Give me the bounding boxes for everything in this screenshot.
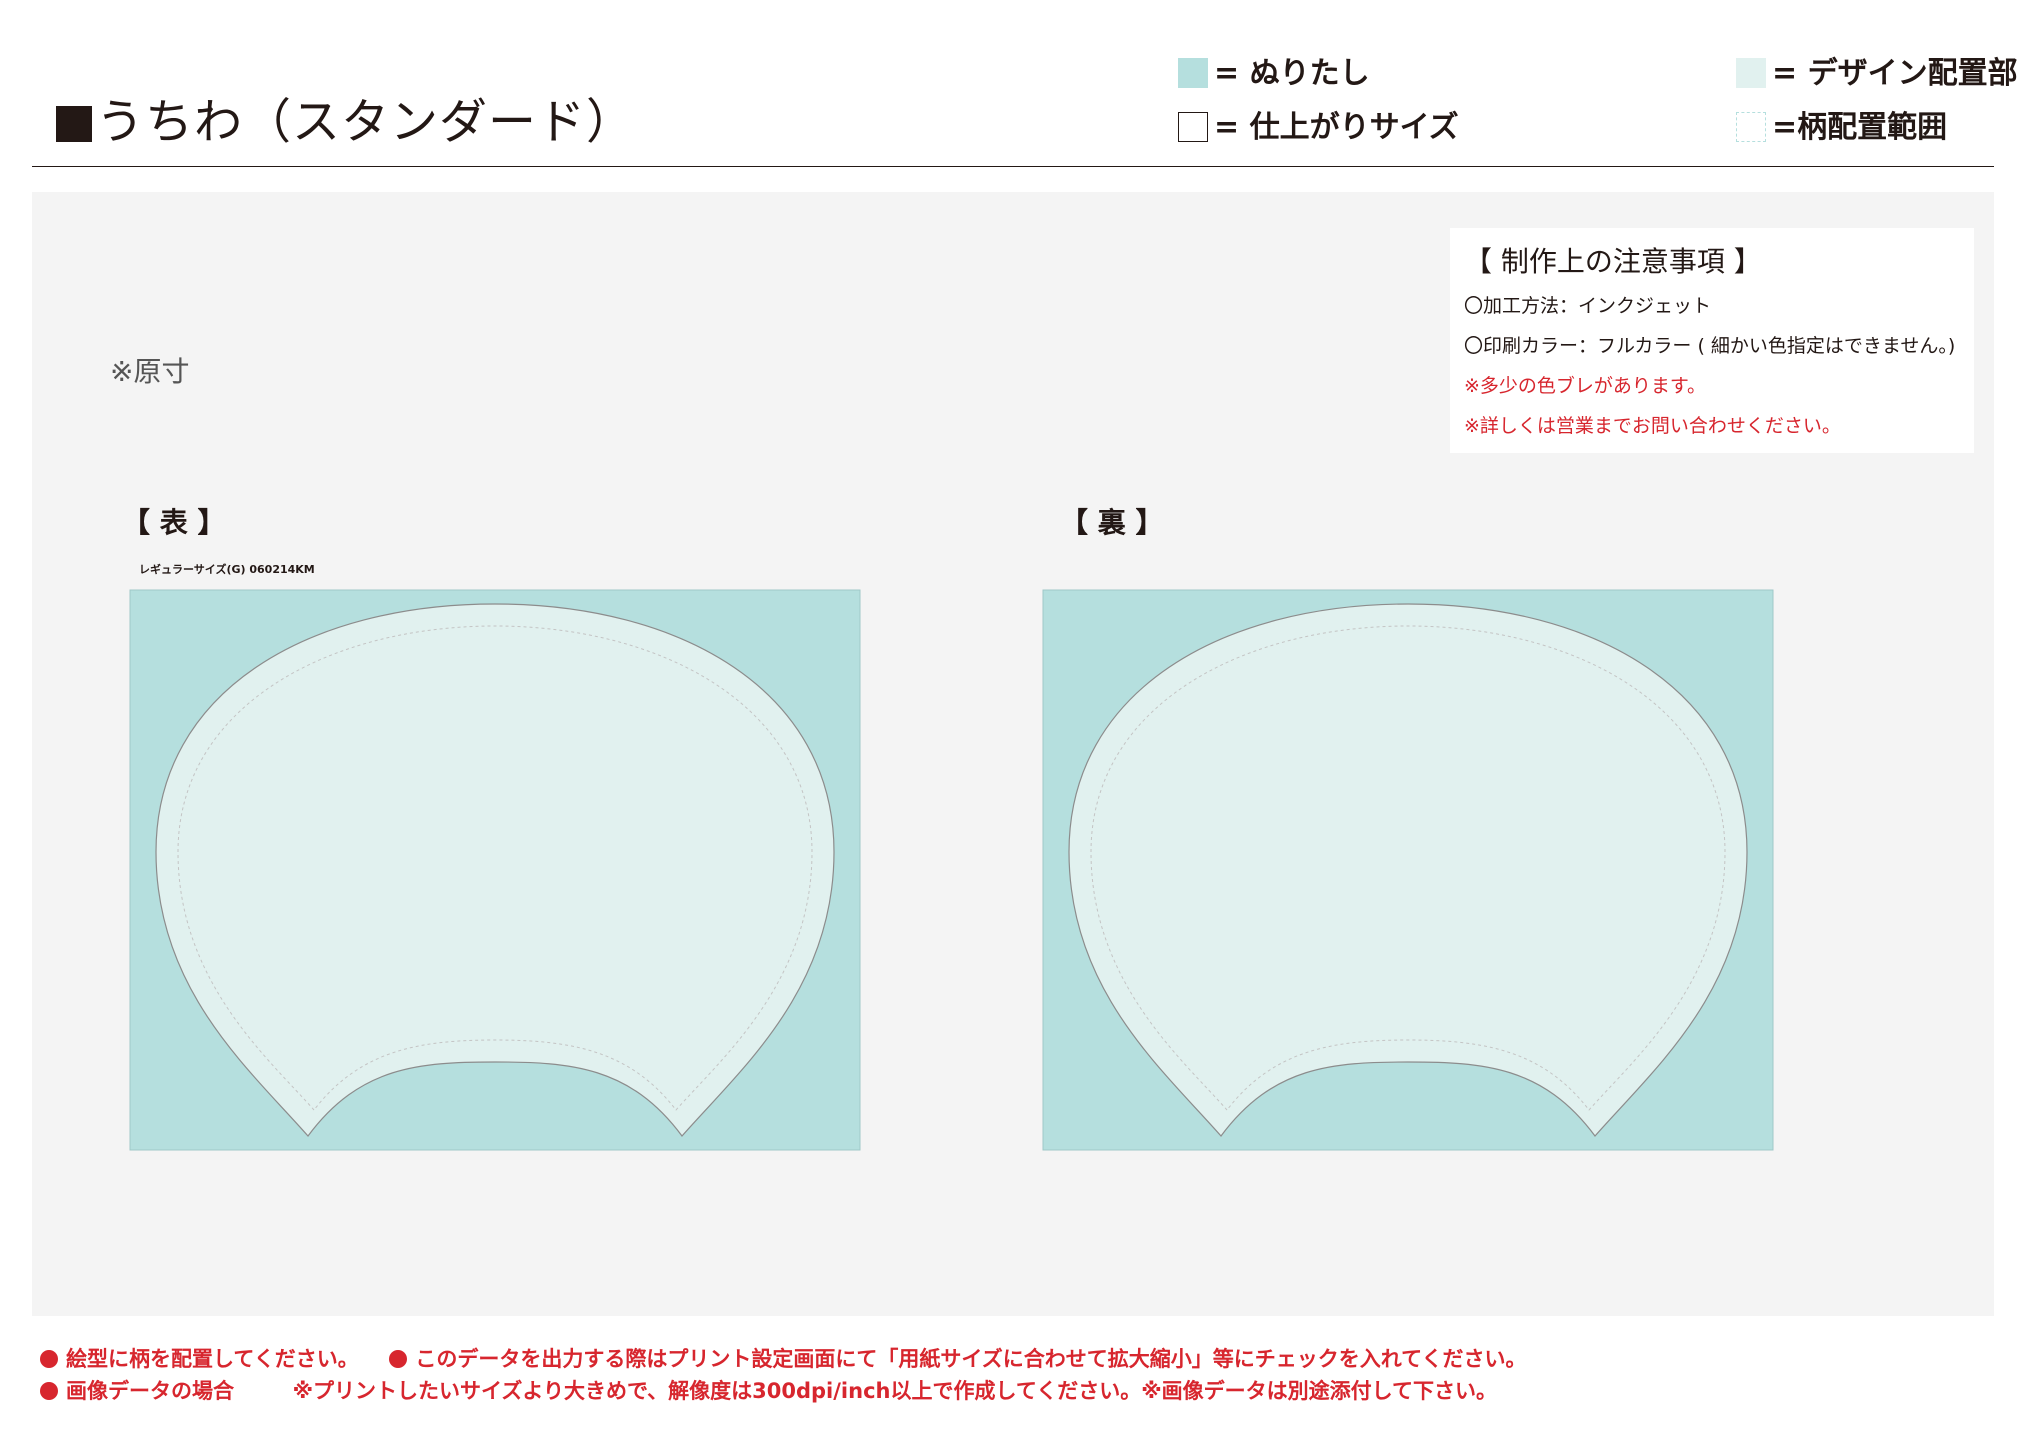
note-processing-method: 〇加工方法：インクジェット (1464, 295, 1712, 317)
design-area-swatch-icon (1736, 58, 1766, 88)
finished-size-swatch-icon (1178, 112, 1208, 142)
footer-place-pattern: 絵型に柄を配置してください。 (66, 1347, 359, 1371)
legend-pattern-range-label: =柄配置範囲 (1772, 110, 1948, 145)
note-color-variation: ※多少の色ブレがあります。 (1464, 375, 1707, 397)
red-bullet-icon (40, 1350, 58, 1368)
front-side-label: 【 表 】 (122, 506, 226, 539)
red-bullet-icon (389, 1350, 408, 1368)
footer-line-1: 絵型に柄を配置してください。 このデータを出力する際はプリント設定画面にて「用紙… (40, 1343, 1526, 1375)
note-print-color: 〇印刷カラー：フルカラー ( 細かい色指定はできません。) (1464, 335, 1956, 357)
back-side-label: 【 裏 】 (1060, 506, 1164, 539)
legend-bleed-label: = ぬりたし (1214, 56, 1370, 91)
red-bullet-icon (40, 1382, 58, 1400)
footer-resolution-note: ※プリントしたいサイズより大きめで、解像度は300dpi/inch以上で作成して… (292, 1379, 1497, 1403)
footer-print-setting: このデータを出力する際はプリント設定画面にて「用紙サイズに合わせて拡大縮小」等に… (415, 1347, 1527, 1371)
note-contact-sales: ※詳しくは営業までお問い合わせください。 (1464, 415, 1841, 437)
actual-size-note: ※原寸 (110, 355, 190, 388)
back-uchiwa-template (1042, 589, 1774, 1151)
legend-design-area-label: = デザイン配置部 (1772, 56, 2018, 91)
page-title: うちわ（スタンダード） (56, 92, 635, 152)
legend-bleed: = ぬりたし (1178, 56, 1370, 92)
bleed-swatch-icon (1178, 58, 1208, 88)
back-finished-size-outline (1068, 603, 1748, 1137)
production-notes: 【 制作上の注意事項 】 〇加工方法：インクジェット 〇印刷カラー：フルカラー … (1450, 228, 1974, 453)
front-uchiwa-template (129, 589, 861, 1151)
legend-pattern-range: =柄配置範囲 (1736, 110, 1947, 146)
legend-finished-size: = 仕上がりサイズ (1178, 110, 1459, 146)
production-notes-title: 【 制作上の注意事項 】 (1464, 245, 1762, 278)
template-code: レギュラーサイズ(G) 060214KM (139, 563, 315, 576)
pattern-range-swatch-icon (1736, 112, 1766, 142)
legend-design-area: = デザイン配置部 (1736, 56, 2018, 92)
footer-image-data: 画像データの場合 (66, 1379, 234, 1403)
header-divider (32, 166, 1994, 167)
footer-line-2: 画像データの場合 ※プリントしたいサイズより大きめで、解像度は300dpi/in… (40, 1375, 1497, 1407)
legend-finished-size-label: = 仕上がりサイズ (1214, 110, 1459, 145)
page-title-text: うちわ（スタンダード） (96, 94, 636, 150)
black-square-icon (56, 106, 92, 142)
front-finished-size-outline (155, 603, 835, 1137)
